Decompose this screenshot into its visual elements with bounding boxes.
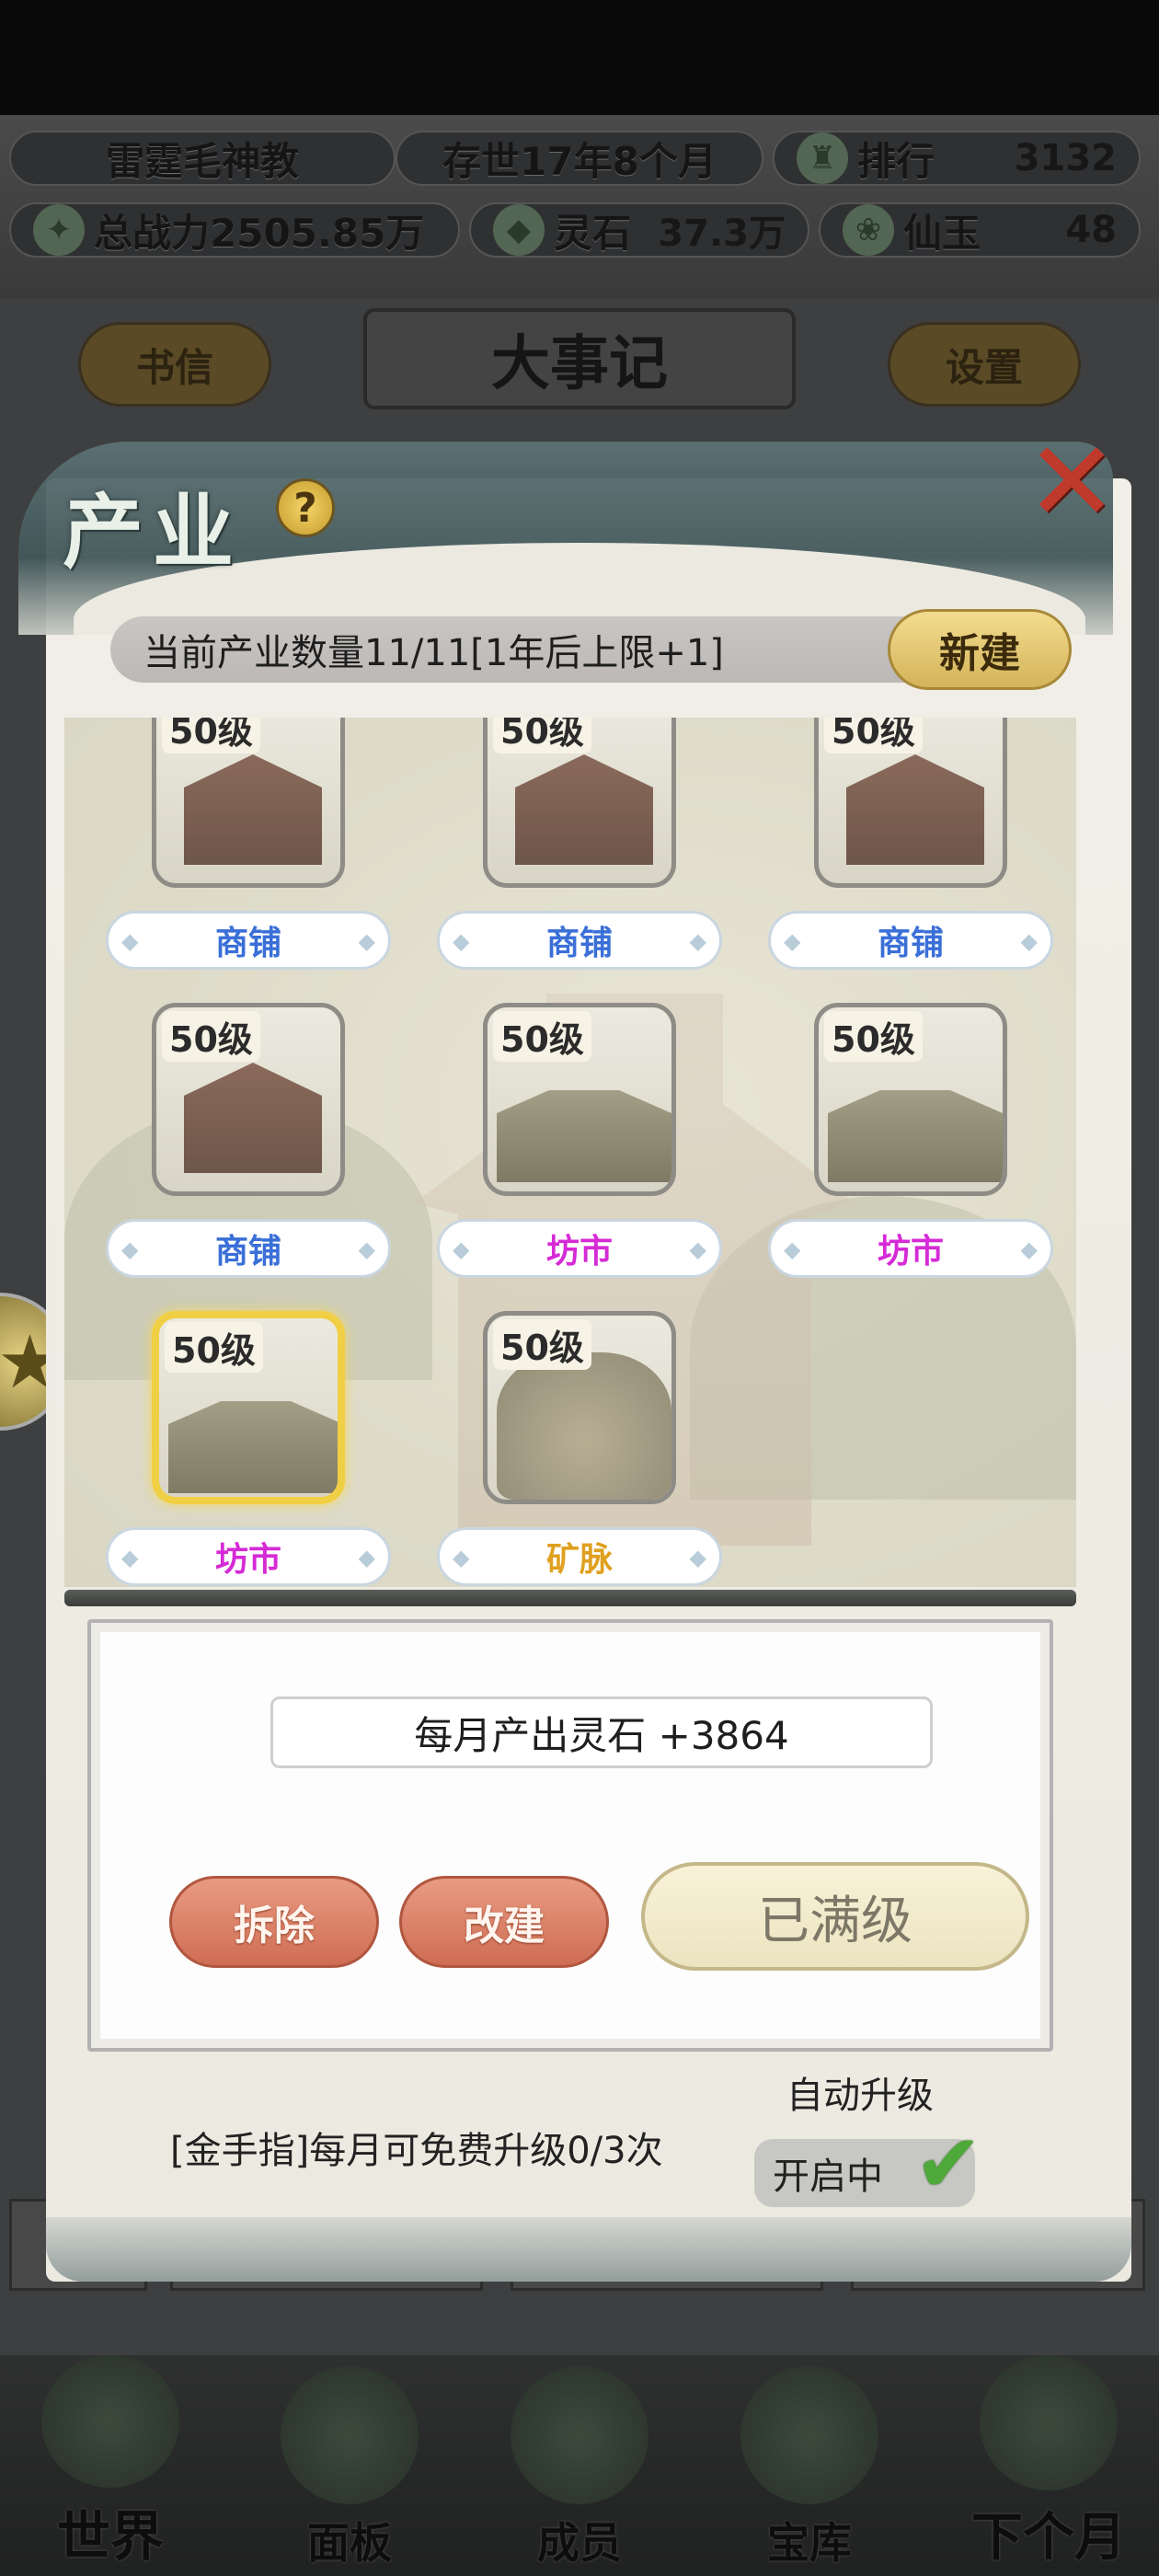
industry-slot-3[interactable]: 50级 商铺	[768, 718, 1053, 1007]
modal-title: 产业	[63, 484, 244, 580]
trophy-icon: ♜	[797, 132, 848, 184]
monthly-output: 每月产出灵石 +3864	[270, 1696, 933, 1768]
industry-slot-4[interactable]: 50级 商铺	[106, 1003, 391, 1316]
panel-icon	[281, 2366, 419, 2504]
auto-upgrade-toggle[interactable]: 开启中 ✔	[754, 2122, 982, 2207]
close-icon[interactable]: ✕	[1021, 428, 1122, 538]
letters-button[interactable]: 书信	[78, 322, 271, 407]
building-name: 商铺	[106, 911, 391, 970]
world-icon	[41, 2355, 179, 2488]
nav-panel[interactable]: 面板	[248, 2355, 451, 2576]
building-card: 50级	[483, 718, 676, 888]
shop-building-icon	[515, 754, 653, 865]
sect-name: 雷霆毛神教	[105, 138, 299, 184]
shop-building-icon	[846, 754, 984, 865]
nav-next-month-label: 下个月	[971, 2508, 1126, 2568]
jade-icon: ❀	[843, 204, 894, 256]
building-level: 50级	[824, 1011, 923, 1062]
nav-world-label: 世界	[56, 2505, 164, 2568]
market-building-icon	[168, 1401, 338, 1493]
shop-building-icon	[184, 754, 322, 865]
rank-label: 排行	[857, 138, 935, 184]
industry-slot-8[interactable]: 50级 矿脉	[437, 1311, 722, 1587]
golden-finger-text: [金手指]每月可免费升级0/3次	[170, 2130, 663, 2172]
existence-time: 存世17年8个月	[442, 138, 717, 184]
bottom-navigation: 世界 面板 成员 宝库 下个月	[0, 2355, 1159, 2576]
building-info-panel: 每月产出灵石 +3864 拆除 改建 已满级	[87, 1619, 1053, 2052]
industry-slot-1[interactable]: 50级 商铺	[106, 718, 391, 1007]
jade-label: 仙玉	[903, 210, 981, 256]
power-pill: ✦ 总战力2505.85万	[9, 202, 460, 258]
demolish-button[interactable]: 拆除	[169, 1876, 379, 1968]
mine-building-icon	[497, 1352, 671, 1500]
total-power: 总战力2505.85万	[94, 210, 425, 256]
rank-pill[interactable]: ♜ 排行 3132	[773, 131, 1141, 186]
existence-pill: 存世17年8个月	[396, 131, 763, 186]
top-status-bar: 雷霆毛神教 存世17年8个月 ♜ 排行 3132 ✦ 总战力2505.85万 ◆…	[0, 115, 1159, 299]
rebuild-button[interactable]: 改建	[399, 1876, 609, 1968]
building-name: 矿脉	[437, 1527, 722, 1586]
market-building-icon	[828, 1090, 1003, 1182]
events-title: 大事记	[363, 308, 796, 409]
industry-grid: 50级 商铺 50级 商铺 50级 商铺 50级 商铺	[64, 718, 1076, 1587]
building-card: 50级	[483, 1003, 676, 1196]
building-card-selected: 50级	[152, 1311, 345, 1504]
nav-members[interactable]: 成员	[478, 2355, 681, 2576]
modal-footer-cloud	[46, 2217, 1131, 2282]
building-card: 50级	[152, 1003, 345, 1196]
building-level: 50级	[493, 1011, 591, 1062]
building-name: 坊市	[437, 1219, 722, 1278]
spirit-stone-label: 灵石	[554, 210, 632, 256]
members-icon	[511, 2366, 648, 2504]
industry-slot-5[interactable]: 50级 坊市	[437, 1003, 722, 1316]
spirit-stone-value: 37.3万	[658, 213, 786, 255]
industry-count-text: 当前产业数量11/11[1年后上限+1]	[143, 632, 724, 674]
industry-slot-6[interactable]: 50级 坊市	[768, 1003, 1053, 1316]
scroll-divider	[64, 1590, 1076, 1606]
building-card: 50级	[483, 1311, 676, 1504]
industry-count-bar: 当前产业数量11/11[1年后上限+1] 新建	[110, 609, 1072, 690]
building-level: 50级	[493, 1319, 591, 1370]
nav-members-label: 成员	[537, 2518, 622, 2568]
jade-value: 48	[1065, 209, 1117, 251]
industry-slot-2[interactable]: 50级 商铺	[437, 718, 722, 1007]
building-level: 50级	[165, 1322, 263, 1373]
help-icon[interactable]: ?	[276, 478, 335, 537]
power-icon: ✦	[33, 204, 85, 256]
max-level-button[interactable]: 已满级	[641, 1862, 1029, 1971]
building-level: 50级	[824, 718, 923, 753]
building-name: 坊市	[768, 1219, 1053, 1278]
building-name: 商铺	[106, 1219, 391, 1278]
building-name: 坊市	[106, 1527, 391, 1586]
nav-world[interactable]: 世界	[9, 2355, 212, 2576]
next-month-icon	[980, 2355, 1118, 2490]
building-level: 50级	[493, 718, 591, 753]
building-card: 50级	[814, 718, 1007, 888]
building-name: 商铺	[768, 911, 1053, 970]
market-building-icon	[497, 1090, 671, 1182]
nav-treasury-label: 宝库	[767, 2518, 852, 2568]
spirit-stone-pill[interactable]: ◆ 灵石 37.3万	[469, 202, 809, 258]
building-name: 商铺	[437, 911, 722, 970]
check-icon: ✔	[914, 2116, 982, 2211]
auto-upgrade-state: 开启中	[773, 2156, 883, 2198]
spirit-stone-icon: ◆	[493, 204, 545, 256]
rank-value: 3132	[1014, 137, 1117, 179]
treasury-icon	[740, 2366, 878, 2504]
industry-modal: 产业 ? ✕ 当前产业数量11/11[1年后上限+1] 新建 50级 商铺 50…	[18, 428, 1131, 2282]
industry-slot-7-selected[interactable]: 50级 坊市	[106, 1311, 391, 1587]
building-card: 50级	[152, 718, 345, 888]
building-level: 50级	[162, 718, 260, 753]
nav-treasury[interactable]: 宝库	[708, 2355, 911, 2576]
jade-pill[interactable]: ❀ 仙玉 48	[819, 202, 1141, 258]
nav-panel-label: 面板	[307, 2518, 392, 2568]
building-level: 50级	[162, 1011, 260, 1062]
sect-name-pill: 雷霆毛神教	[9, 131, 396, 186]
auto-upgrade-label: 自动升级	[786, 2075, 934, 2117]
new-build-button[interactable]: 新建	[888, 609, 1072, 690]
building-card: 50级	[814, 1003, 1007, 1196]
settings-button[interactable]: 设置	[888, 322, 1081, 407]
shop-building-icon	[184, 1063, 322, 1173]
nav-next-month[interactable]: 下个月	[938, 2355, 1159, 2576]
